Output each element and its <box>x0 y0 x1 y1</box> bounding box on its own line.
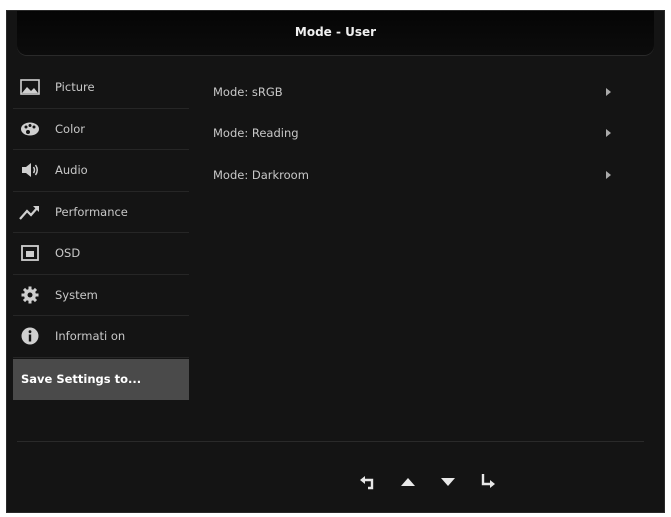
enter-icon[interactable] <box>477 471 499 493</box>
sidebar-item-save-settings[interactable]: Save Settings to... <box>13 358 189 400</box>
sidebar-item-audio[interactable]: Audio <box>13 150 189 192</box>
navigation-bar <box>357 471 499 493</box>
sidebar-item-label: Save Settings to... <box>21 372 142 387</box>
chevron-right-icon <box>606 170 611 179</box>
chevron-right-icon <box>606 87 611 96</box>
option-label: Mode: Reading <box>213 126 299 141</box>
sidebar-item-color[interactable]: Color <box>13 109 189 150</box>
sidebar-item-information[interactable]: Informati on <box>13 316 189 358</box>
trend-icon <box>19 201 41 223</box>
back-icon[interactable] <box>357 471 379 493</box>
sidebar-item-label: Informati on <box>55 329 126 344</box>
sidebar-item-label: Color <box>55 121 86 136</box>
sidebar-item-performance[interactable]: Performance <box>13 192 189 233</box>
sidebar-item-label: Picture <box>55 80 95 95</box>
option-mode-darkroom[interactable]: Mode: Darkroom <box>207 154 617 196</box>
osd-window-icon <box>19 242 41 264</box>
header: Mode - User <box>7 11 664 55</box>
down-arrow-icon[interactable] <box>437 471 459 493</box>
header-bar: Mode - User <box>17 11 654 55</box>
sidebar-item-osd[interactable]: OSD <box>13 233 189 275</box>
option-label: Mode: sRGB <box>213 84 283 99</box>
picture-icon <box>19 76 41 98</box>
osd-menu: Mode - User Picture Color Audio Performa… <box>6 10 665 513</box>
speaker-icon <box>19 159 41 181</box>
footer-divider <box>17 441 644 442</box>
sidebar: Picture Color Audio Performance OSD Syst… <box>13 67 189 400</box>
palette-icon <box>19 118 41 140</box>
mode-options-list: Mode: sRGB Mode: Reading Mode: Darkroom <box>207 71 617 196</box>
sidebar-item-label: System <box>55 287 98 302</box>
sidebar-item-system[interactable]: System <box>13 275 189 316</box>
sidebar-item-label: OSD <box>55 246 81 261</box>
menu-title: Mode - User <box>294 25 377 39</box>
chevron-right-icon <box>606 129 611 138</box>
info-icon <box>19 325 41 347</box>
sidebar-item-label: Performance <box>55 204 128 219</box>
option-label: Mode: Darkroom <box>213 167 309 182</box>
gear-icon <box>19 284 41 306</box>
up-arrow-icon[interactable] <box>397 471 419 493</box>
sidebar-item-picture[interactable]: Picture <box>13 67 189 109</box>
sidebar-item-label: Audio <box>55 163 88 178</box>
option-mode-reading[interactable]: Mode: Reading <box>207 113 617 155</box>
option-mode-srgb[interactable]: Mode: sRGB <box>207 71 617 113</box>
